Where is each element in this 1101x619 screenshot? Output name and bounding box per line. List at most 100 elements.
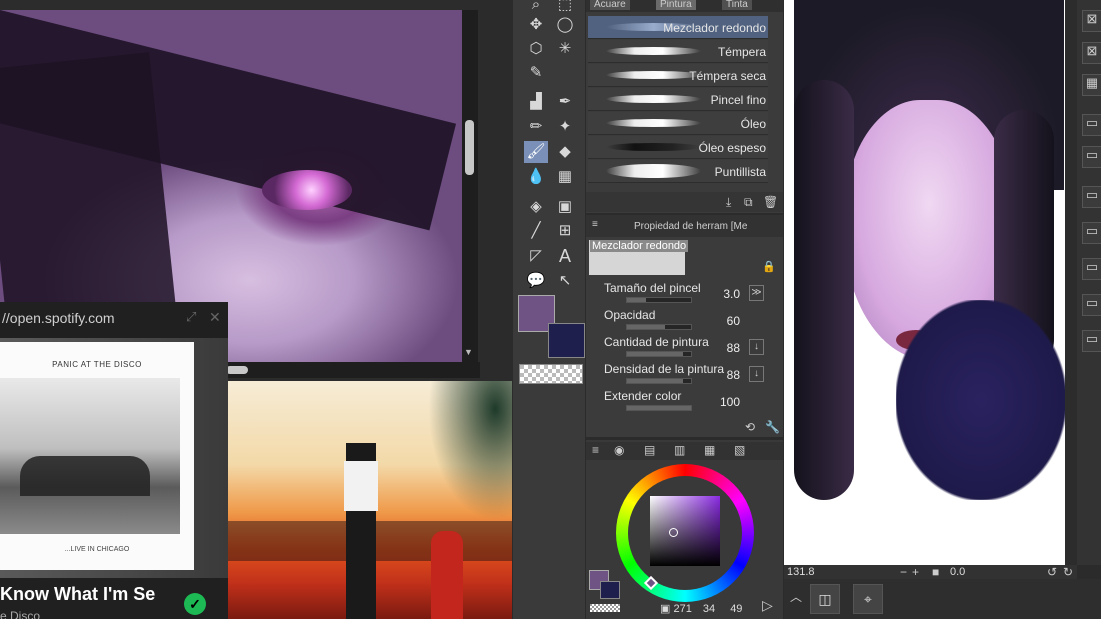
blend-tool-icon[interactable]: 💧 — [524, 166, 548, 188]
property-value[interactable]: 88 — [727, 341, 740, 355]
menu-icon[interactable]: ≡ — [592, 443, 599, 457]
object-tool-icon[interactable]: ⬡ — [524, 38, 548, 60]
color-wheel-tab-icon[interactable]: ◉ — [614, 443, 624, 457]
song-title[interactable]: Know What I'm Se — [0, 584, 170, 605]
export-icon[interactable]: ⤓ — [726, 195, 731, 210]
layer-icon[interactable]: ▭ — [1082, 146, 1101, 168]
collapse-icon[interactable]: ︿ — [790, 588, 802, 605]
tab-acuarela[interactable]: Acuare — [590, 0, 630, 10]
layer-icon[interactable]: ⊠ — [1082, 42, 1101, 64]
navigator-icon[interactable]: ◫ — [810, 584, 840, 614]
trash-icon[interactable]: 🗑 — [763, 195, 778, 209]
property-row[interactable]: Extender color 100 — [600, 389, 768, 415]
property-slider[interactable] — [626, 405, 692, 411]
ruler-tool-icon[interactable]: ◸ — [524, 245, 548, 267]
layer-icon[interactable]: ▭ — [1082, 330, 1101, 352]
layer-icon[interactable]: ▭ — [1082, 258, 1101, 280]
sub-color-swatch[interactable] — [548, 323, 585, 358]
liked-check-icon[interactable]: ✓ — [184, 593, 206, 615]
color-history-tab-icon[interactable]: ▧ — [734, 443, 745, 457]
brush-size-expand-icon[interactable]: ≫ — [749, 285, 764, 301]
tab-tinta[interactable]: Tinta — [722, 0, 752, 10]
intermediate-color-tab-icon[interactable]: ▥ — [674, 443, 685, 457]
rotate-left-icon[interactable]: ↺ — [1047, 565, 1057, 579]
property-slider[interactable] — [626, 297, 692, 303]
layer-icon[interactable]: ▭ — [1082, 222, 1101, 244]
zoom-value[interactable]: 131.8 — [787, 566, 815, 578]
property-row[interactable]: Tamaño del pincel 3.0 ≫ — [600, 281, 768, 307]
property-value[interactable]: 100 — [720, 395, 740, 409]
brush-tool-icon[interactable]: 🖌 — [524, 141, 548, 163]
play-icon[interactable]: ▷ — [762, 597, 773, 614]
mini-sub-color[interactable] — [600, 581, 620, 599]
property-value[interactable]: 3.0 — [723, 287, 740, 301]
pressure-icon[interactable]: ↓ — [749, 339, 764, 355]
pen-tool-icon[interactable]: ✒ — [553, 91, 577, 113]
text-tool-icon[interactable]: A — [553, 245, 577, 267]
color-set-tab-icon[interactable]: ▤ — [644, 443, 655, 457]
zoom-in-icon[interactable]: + — [912, 565, 919, 579]
sparkle-tool-icon[interactable]: ✦ — [553, 116, 577, 138]
close-icon[interactable]: ✕ — [209, 309, 221, 326]
menu-icon[interactable]: ≡ — [592, 219, 598, 230]
color-picker-cursor[interactable] — [669, 528, 678, 537]
property-row[interactable]: Densidad de la pintura 88 ↓ — [600, 362, 768, 388]
property-slider[interactable] — [626, 324, 692, 330]
rotation-value[interactable]: 0.0 — [950, 566, 965, 578]
wrench-icon[interactable]: 🔧 — [765, 420, 780, 434]
property-row[interactable]: Opacidad 60 — [600, 308, 768, 334]
property-value[interactable]: 88 — [727, 368, 740, 382]
pressure-icon[interactable]: ↓ — [749, 366, 764, 382]
property-value[interactable]: 60 — [727, 314, 740, 328]
horizontal-scrollbar[interactable] — [225, 362, 480, 378]
transparent-color-swatch[interactable] — [519, 364, 583, 384]
brush-item[interactable]: Óleo — [588, 112, 768, 135]
brush-item[interactable]: Mezclador redondo — [588, 16, 768, 39]
zoom-out-icon[interactable]: − — [900, 565, 907, 579]
layer-icon[interactable]: ▭ — [1082, 114, 1101, 136]
gradient-tool-icon[interactable]: ▣ — [553, 196, 577, 218]
grid-tool-icon[interactable]: ▦ — [553, 166, 577, 188]
expand-icon[interactable]: ⤢ — [186, 309, 196, 325]
layer-icon[interactable]: ▭ — [1082, 186, 1101, 208]
brush-item[interactable]: Témpera — [588, 40, 768, 63]
brush-item[interactable]: Témpera seca — [588, 64, 768, 87]
fit-view-icon[interactable]: ⌖ — [853, 584, 883, 614]
layer-icon[interactable]: ▦ — [1082, 74, 1101, 96]
vertical-scrollbar[interactable] — [462, 10, 478, 362]
fill-tool-icon[interactable]: ▟ — [524, 91, 548, 113]
saturation-value-square[interactable] — [650, 496, 720, 566]
horizontal-scroll-thumb[interactable] — [226, 366, 248, 374]
property-row[interactable]: Cantidad de pintura 88 ↓ — [600, 335, 768, 361]
bucket-tool-icon[interactable]: ◈ — [524, 196, 548, 218]
magic-wand-icon[interactable]: ✳ — [553, 38, 577, 60]
scroll-down-arrow-icon[interactable]: ▼ — [464, 347, 473, 357]
layer-icon[interactable]: ▭ — [1082, 294, 1101, 316]
balloon-tool-icon[interactable]: 💬 — [524, 270, 548, 292]
line-tool-icon[interactable]: ╱ — [524, 220, 548, 242]
correct-line-tool-icon[interactable]: ↖ — [553, 270, 577, 292]
stop-icon[interactable]: ■ — [932, 565, 939, 579]
layer-icon[interactable]: ⊠ — [1082, 10, 1101, 32]
tab-pintura[interactable]: Pintura — [656, 0, 696, 10]
brush-item[interactable]: Óleo espeso — [588, 136, 768, 159]
brush-item[interactable]: Pincel fino — [588, 88, 768, 111]
artist-name[interactable]: e Disco — [0, 609, 40, 619]
drawing-canvas[interactable] — [784, 0, 1065, 565]
lock-icon[interactable]: 🔒 — [762, 260, 776, 273]
reset-icon[interactable]: ⟲ — [745, 420, 755, 434]
mini-transparent-color[interactable] — [590, 604, 620, 612]
canvas-scrollbar[interactable] — [1065, 0, 1077, 565]
vertical-scroll-thumb[interactable] — [465, 120, 474, 175]
brush-item[interactable]: Puntillista — [588, 160, 768, 183]
approximate-color-tab-icon[interactable]: ▦ — [704, 443, 715, 457]
move-tool-icon[interactable]: ✥ — [524, 14, 548, 36]
pencil-tool-icon[interactable]: ✏ — [524, 116, 548, 138]
lasso-tool-icon[interactable]: ◯ — [553, 14, 577, 36]
duplicate-icon[interactable]: ⧉ — [744, 195, 753, 210]
eraser-tool-icon[interactable]: ◆ — [553, 141, 577, 163]
frame-tool-icon[interactable]: ⊞ — [553, 220, 577, 242]
property-slider[interactable] — [626, 378, 692, 384]
eyedropper-icon[interactable]: ✎ — [524, 62, 548, 84]
rotate-right-icon[interactable]: ↻ — [1063, 565, 1073, 579]
